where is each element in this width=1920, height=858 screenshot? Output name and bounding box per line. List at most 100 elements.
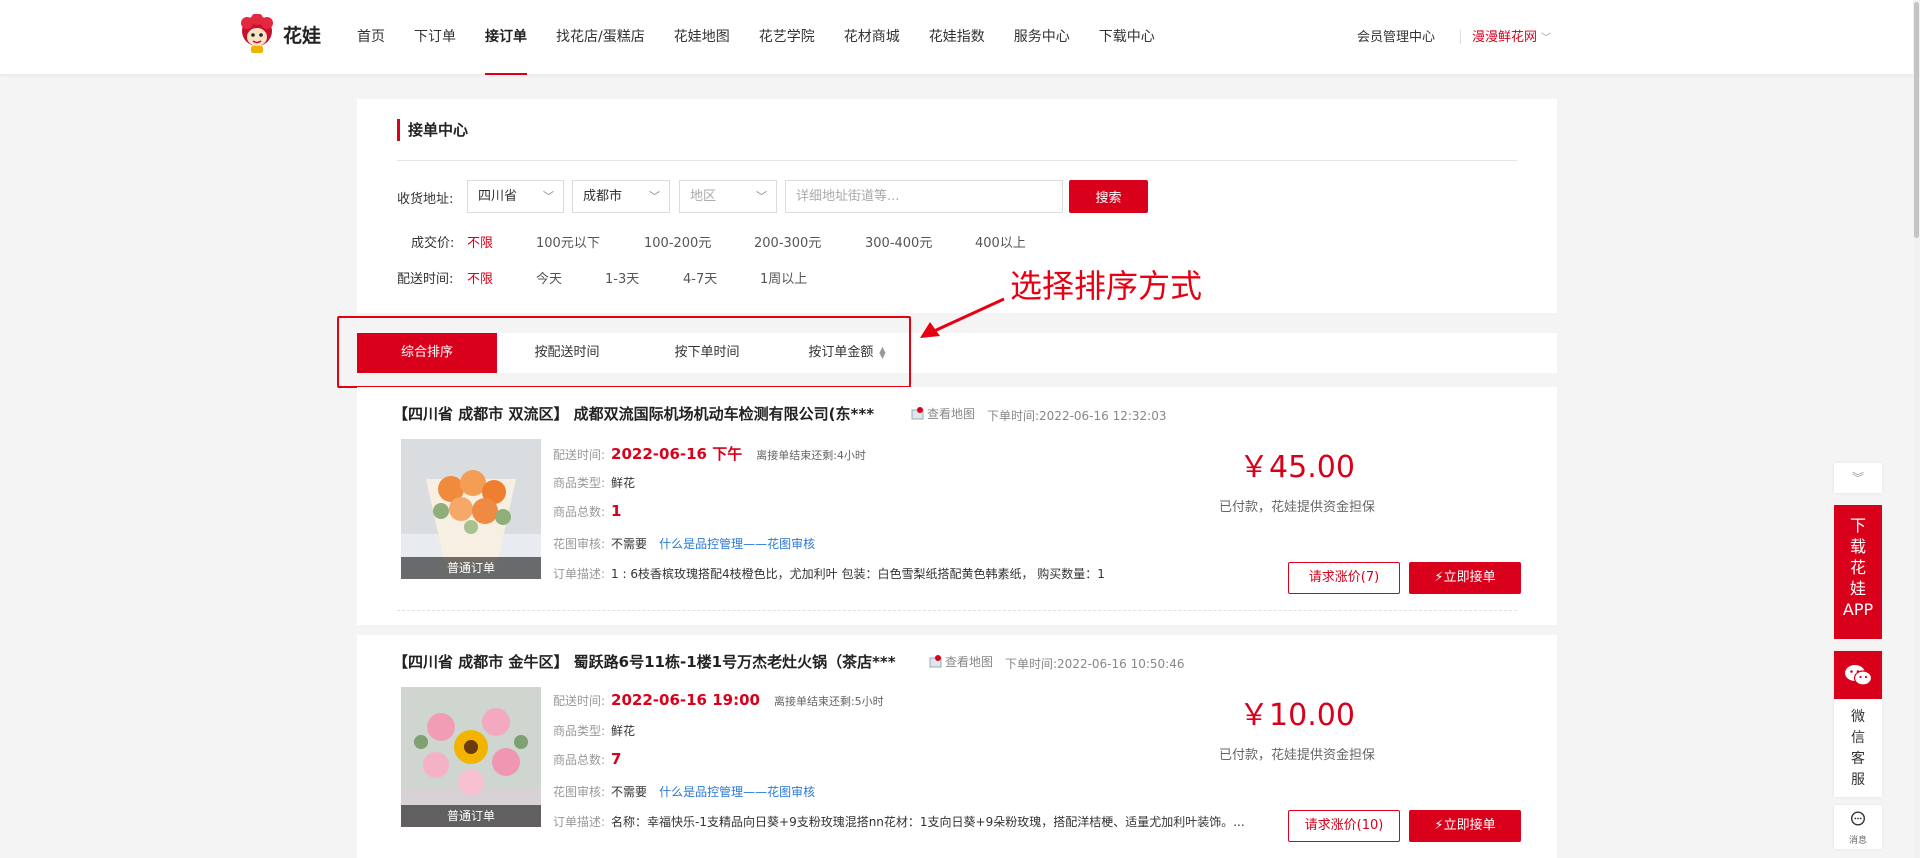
nav-map[interactable]: 花娃地图: [674, 0, 730, 75]
order-type-tag: 普通订单: [401, 805, 541, 827]
nav-home[interactable]: 首页: [357, 0, 385, 75]
nav-place-order[interactable]: 下订单: [414, 0, 456, 75]
annotation-text: 选择排序方式: [1010, 267, 1203, 305]
product-count-key: 商品总数:: [553, 505, 606, 519]
sort-tab-order-amount-label: 按订单金额: [808, 345, 874, 360]
top-navigation-bar: 花娃 首页 下订单 接订单 找花店/蛋糕店 花娃地图 花艺学院 花材商城 花娃指…: [0, 0, 1920, 75]
search-button[interactable]: 搜索: [1069, 180, 1148, 213]
photo-review-key: 花图审核:: [553, 537, 606, 551]
product-type-value: 鲜花: [611, 476, 636, 490]
member-center-link[interactable]: 会员管理中心: [1357, 0, 1435, 75]
price-option-over-400[interactable]: 400以上: [975, 232, 1026, 251]
photo-review-value: 不需要: [611, 537, 648, 551]
price-option-under-100[interactable]: 100元以下: [536, 232, 600, 251]
district-placeholder: 地区: [690, 189, 717, 204]
product-type-key: 商品类型:: [553, 476, 606, 490]
page-scrollbar-thumb[interactable]: [1914, 2, 1919, 238]
street-address-input[interactable]: [785, 180, 1063, 213]
delivery-time-key: 配送时间:: [553, 448, 606, 462]
order-description-row: 订单描述: 名称：幸福快乐-1支精品向日葵+9支粉玫瑰混搭nn花材：1支向日葵+9…: [553, 813, 1245, 830]
message-bubble-icon: [1850, 811, 1866, 826]
wechat-service-text: 微: [1851, 709, 1865, 725]
payment-guarantee-note: 已付款，花娃提供资金担保: [1218, 500, 1375, 515]
panel-title: 接单中心: [397, 119, 468, 141]
float-collapse-button[interactable]: ︾: [1834, 463, 1882, 493]
download-app-text: APP: [1842, 600, 1874, 619]
sort-tab-comprehensive[interactable]: 综合排序: [357, 333, 497, 373]
nav-index[interactable]: 花娃指数: [929, 0, 985, 75]
product-count-value: 7: [611, 750, 622, 768]
chevron-down-icon: ﹀: [543, 190, 554, 203]
nav-mall[interactable]: 花材商城: [844, 0, 900, 75]
main-nav: 首页 下订单 接订单 找花店/蛋糕店 花娃地图 花艺学院 花材商城 花娃指数 服…: [357, 0, 1184, 75]
order-photo[interactable]: 普通订单: [401, 687, 541, 827]
deadline-countdown: 离接单结束还剩:5小时: [773, 695, 884, 708]
request-price-increase-button[interactable]: 请求涨价(7): [1288, 562, 1400, 594]
price-option-300-400[interactable]: 300-400元: [865, 232, 932, 251]
delivery-time-value: 2022-06-16 19:00: [611, 691, 760, 709]
delivery-time-label: 配送时间:: [397, 272, 454, 287]
wechat-service-button[interactable]: 微 信 客 服: [1834, 651, 1882, 797]
filter-panel: 接单中心 收货地址: 四川省 ﹀ 成都市 ﹀ 地区 ﹀ 搜索 成交价: 不限 100元…: [357, 99, 1557, 313]
order-title[interactable]: 【四川省 成都市 双流区】 成都双流国际机场机动车检测有限公司(东***: [393, 403, 874, 424]
city-select[interactable]: 成都市 ﹀: [572, 180, 670, 213]
download-app-button[interactable]: 下 载 花 娃 APP: [1834, 505, 1882, 639]
sort-tab-delivery-time[interactable]: 按配送时间: [497, 333, 637, 373]
payment-guarantee-note: 已付款，花娃提供资金担保: [1218, 748, 1375, 763]
sort-tab-order-amount[interactable]: 按订单金额 ▲ ▼: [777, 333, 917, 373]
price-option-100-200[interactable]: 100-200元: [644, 232, 711, 251]
order-title[interactable]: 【四川省 成都市 金牛区】 蜀跃路6号11栋-1楼1号万杰老灶火锅（茶店***: [393, 651, 896, 672]
product-type-key: 商品类型:: [553, 724, 606, 738]
download-app-text: 下: [1849, 516, 1866, 535]
province-value: 四川省: [478, 189, 518, 204]
delivery-time-value: 2022-06-16 下午: [611, 445, 743, 463]
product-count-value: 1: [611, 502, 622, 520]
accept-order-button[interactable]: ⚡立即接单: [1409, 810, 1521, 842]
price-label: 成交价:: [411, 236, 455, 251]
nav-download[interactable]: 下载中心: [1099, 0, 1155, 75]
logo[interactable]: 花娃: [237, 13, 321, 54]
view-map-link[interactable]: 查看地图: [929, 653, 993, 670]
delivery-option-1-3-days[interactable]: 1-3天: [605, 268, 639, 287]
delivery-option-today[interactable]: 今天: [536, 268, 562, 287]
province-select[interactable]: 四川省 ﹀: [467, 180, 564, 213]
request-price-increase-button[interactable]: 请求涨价(10): [1288, 810, 1400, 842]
order-description-row: 订单描述: 1 : 6枝香槟玫瑰搭配4枝橙色比，尤加利叶 包装：白色雪梨纸搭配黄色…: [553, 565, 1105, 582]
city-value: 成都市: [583, 189, 623, 204]
order-description-value: 1 : 6枝香槟玫瑰搭配4枝橙色比，尤加利叶 包装：白色雪梨纸搭配黄色韩素纸， …: [611, 567, 1105, 581]
order-price: ￥10.00: [1239, 698, 1355, 733]
photo-review-value: 不需要: [611, 785, 648, 799]
message-button[interactable]: 消息: [1834, 805, 1882, 849]
wechat-service-text: 信: [1851, 730, 1865, 746]
order-type-tag: 普通订单: [401, 557, 541, 579]
quality-control-link[interactable]: 什么是品控管理——花图审核: [659, 785, 815, 799]
order-description-key: 订单描述:: [553, 567, 606, 581]
delivery-option-4-7-days[interactable]: 4-7天: [683, 268, 717, 287]
order-card: 【四川省 成都市 双流区】 成都双流国际机场机动车检测有限公司(东*** 查看地…: [357, 387, 1557, 625]
price-option-any[interactable]: 不限: [467, 232, 493, 251]
delivery-time-row: 配送时间: 2022-06-16 下午 离接单结束还剩:4小时: [553, 443, 866, 464]
price-option-200-300[interactable]: 200-300元: [754, 232, 821, 251]
site-selector[interactable]: 漫漫鲜花网 ﹀: [1472, 0, 1551, 76]
sort-tab-order-time[interactable]: 按下单时间: [637, 333, 777, 373]
view-map-link[interactable]: 查看地图: [911, 405, 975, 422]
delivery-time-row: 配送时间: 2022-06-16 19:00 离接单结束还剩:5小时: [553, 691, 884, 709]
deadline-countdown: 离接单结束还剩:4小时: [756, 449, 866, 462]
product-type-value: 鲜花: [611, 724, 636, 738]
delivery-option-any[interactable]: 不限: [467, 268, 493, 287]
order-photo[interactable]: 普通订单: [401, 439, 541, 579]
accept-order-button[interactable]: ⚡立即接单: [1409, 562, 1521, 594]
panel-divider: [397, 160, 1517, 161]
download-app-text: 花: [1849, 558, 1866, 577]
site-selector-label: 漫漫鲜花网: [1472, 30, 1538, 45]
download-app-text: 载: [1849, 537, 1866, 556]
district-select[interactable]: 地区 ﹀: [679, 180, 777, 213]
chevron-down-icon: ﹀: [756, 190, 767, 203]
nav-service[interactable]: 服务中心: [1014, 0, 1070, 75]
delivery-option-over-week[interactable]: 1周以上: [760, 268, 807, 287]
nav-academy[interactable]: 花艺学院: [759, 0, 815, 75]
quality-control-link[interactable]: 什么是品控管理——花图审核: [659, 537, 815, 551]
chevron-double-down-icon: ︾: [1851, 471, 1864, 485]
nav-accept-order[interactable]: 接订单: [485, 0, 527, 75]
nav-find-shop[interactable]: 找花店/蛋糕店: [556, 0, 645, 75]
